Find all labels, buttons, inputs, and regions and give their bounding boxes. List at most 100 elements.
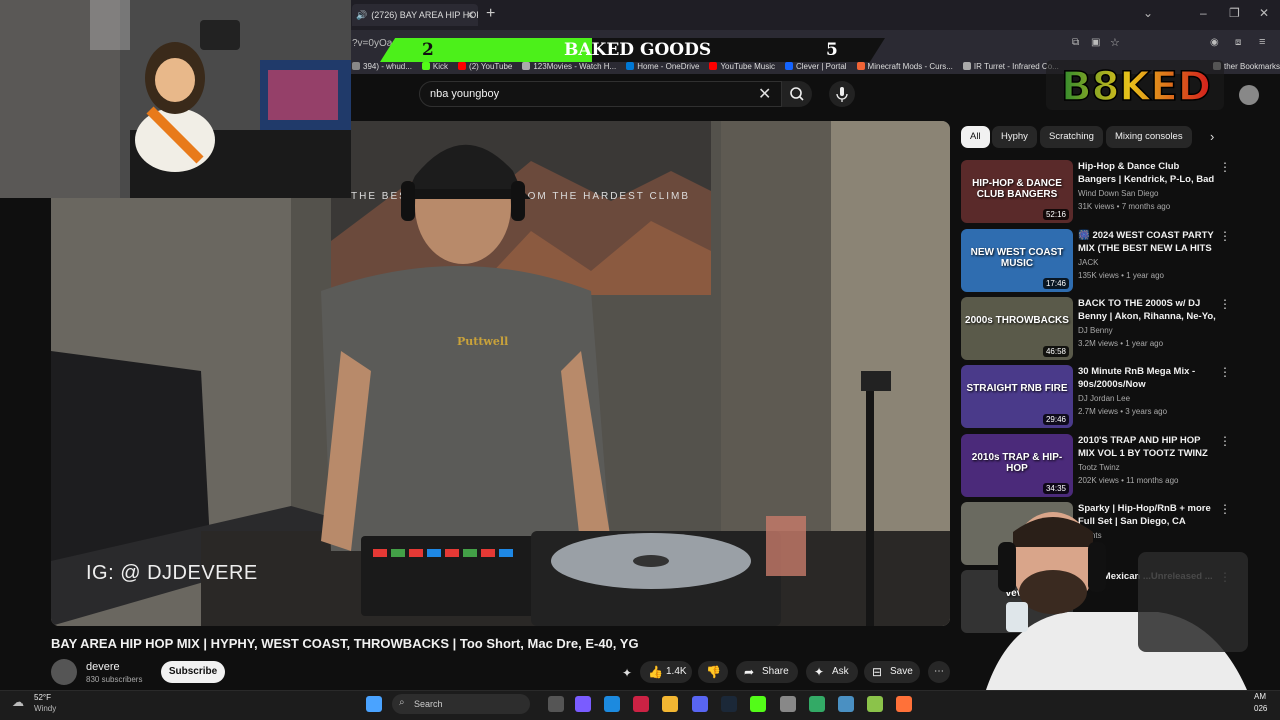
tab-list-icon[interactable]: ⌄ — [1143, 6, 1153, 20]
recommendation-channel[interactable]: DJ Benny — [1078, 326, 1113, 335]
recommendation-meta: 202K views • 11 months ago — [1078, 476, 1179, 485]
recommendation-thumbnail[interactable]: 2000s THROWBACKS 46:58 — [961, 297, 1073, 360]
recommendation-title[interactable]: 30 Minute RnB Mega Mix - 90s/2000s/Now — [1078, 365, 1216, 391]
taskbar-search[interactable]: Search — [392, 694, 530, 714]
start-icon[interactable] — [366, 696, 382, 712]
bookmark-item[interactable]: IR Turret - Infrared Co... — [962, 62, 1059, 71]
user-avatar[interactable] — [1239, 85, 1259, 105]
recommendation-thumbnail[interactable]: STRAIGHT RNB FIRE 29:46 — [961, 365, 1073, 428]
dislike-button[interactable]: 👎 — [698, 661, 728, 683]
search-input[interactable]: nba youngboy — [419, 81, 782, 107]
thumbs-down-icon: 👎 — [706, 665, 721, 679]
chip-hyphy[interactable]: Hyphy — [992, 126, 1037, 148]
bookmark-item[interactable]: YouTube Music — [709, 62, 775, 71]
recommendation-title[interactable]: Hip-Hop & Dance Club Bangers | Kendrick,… — [1078, 160, 1216, 186]
like-count: 1.4K — [666, 666, 687, 677]
more-vertical-icon[interactable]: ⋮ — [1219, 229, 1231, 243]
menu-icon[interactable]: ≡ — [1259, 36, 1265, 48]
sparkle-ask-icon: ✦ — [814, 665, 825, 679]
restore-icon[interactable]: ❐ — [1229, 6, 1240, 20]
save-button[interactable]: ⊟ Save — [864, 661, 920, 683]
ask-button[interactable]: ✦ Ask — [806, 661, 858, 683]
tab-title: (2726) BAY AREA HIP HOP — [371, 10, 478, 20]
edge-icon[interactable] — [604, 696, 620, 712]
bookmark-item[interactable]: (2) YouTube — [458, 62, 512, 71]
bookmark-item[interactable]: Home - OneDrive — [626, 62, 699, 71]
recommendation-title[interactable]: 2010'S TRAP AND HIP HOP MIX VOL 1 BY TOO… — [1078, 434, 1216, 460]
recommendation-item[interactable]: HIP-HOP & DANCE CLUB BANGERS 52:16 Hip-Hop… — [961, 160, 1231, 224]
recommendation-item[interactable]: STRAIGHT RNB FIRE 29:46 30 Minute RnB Mega… — [961, 365, 1231, 429]
more-vertical-icon[interactable]: ⋮ — [1219, 297, 1231, 311]
subscribe-button[interactable]: Subscribe — [161, 661, 225, 683]
bookmark-item[interactable]: Clever | Portal — [785, 62, 847, 71]
chip-mixing-consoles[interactable]: Mixing consoles — [1106, 126, 1192, 148]
more-vertical-icon[interactable]: ⋮ — [1219, 160, 1231, 174]
minimize-icon[interactable]: – — [1200, 6, 1207, 20]
discord-icon[interactable] — [692, 696, 708, 712]
like-button[interactable]: 👍 1.4K — [640, 661, 692, 683]
screenshot-icon[interactable]: ⧉ — [1072, 37, 1079, 48]
search-button[interactable] — [782, 81, 812, 107]
bookmark-item[interactable]: Kick — [421, 62, 448, 71]
store-icon[interactable] — [633, 696, 649, 712]
calculator-icon[interactable] — [809, 696, 825, 712]
chip-all[interactable]: All — [961, 126, 990, 148]
thumbnail-text: HIP-HOP & DANCE CLUB BANGERS — [972, 178, 1062, 200]
recommendation-channel[interactable]: Tootz Twinz — [1078, 463, 1120, 472]
more-vertical-icon[interactable]: ⋮ — [1219, 365, 1231, 379]
bookmark-label: Minecraft Mods - Curs... — [867, 61, 953, 71]
media-player-icon[interactable] — [867, 696, 883, 712]
recommendation-thumbnail[interactable]: NEW WEST COAST MUSIC 17:46 — [961, 229, 1073, 292]
sparkle-icon[interactable]: ✦ — [622, 666, 632, 680]
recommendation-thumbnail[interactable]: HIP-HOP & DANCE CLUB BANGERS 52:16 — [961, 160, 1073, 223]
bookmark-favicon-icon — [856, 62, 865, 70]
bookmark-item[interactable]: 123Movies - Watch H... — [522, 62, 616, 71]
bookmark-item[interactable]: Minecraft Mods - Curs... — [856, 61, 953, 71]
ask-label: Ask — [832, 666, 849, 677]
recommendation-item[interactable]: 2000s THROWBACKS 46:58 BACK TO THE 2000S w… — [961, 297, 1231, 361]
recommendation-channel[interactable]: DJ Jordan Lee — [1078, 394, 1130, 403]
photos-icon[interactable] — [838, 696, 854, 712]
recommendation-channel[interactable]: JACK — [1078, 258, 1098, 267]
recommendation-channel[interactable]: Wind Down San Diego — [1078, 189, 1158, 198]
recommendation-thumbnail[interactable]: 2010s TRAP & HIP-HOP 34:35 — [961, 434, 1073, 497]
clear-search-icon[interactable]: ✕ — [758, 84, 771, 104]
close-tab-icon[interactable]: ✕ — [466, 10, 474, 21]
weather-desc: Windy — [34, 704, 57, 713]
close-window-icon[interactable]: ✕ — [1259, 6, 1269, 20]
thumbnail-text: 2010s TRAP & HIP-HOP — [971, 452, 1063, 474]
steam-icon[interactable] — [721, 696, 737, 712]
pocket-icon[interactable]: ▣ — [1091, 37, 1100, 48]
firefox-icon[interactable] — [896, 696, 912, 712]
more-actions-button[interactable]: ⋯ — [928, 661, 950, 683]
settings-icon[interactable] — [780, 696, 796, 712]
new-tab-icon[interactable]: + — [486, 5, 495, 23]
share-button[interactable]: ➦ Share — [736, 661, 798, 683]
search-icon — [790, 87, 804, 101]
recommendation-title[interactable]: BACK TO THE 2000S w/ DJ Benny | Akon, Ri… — [1078, 297, 1216, 323]
share-label: Share — [762, 666, 789, 677]
copilot-icon[interactable] — [575, 696, 591, 712]
bookmark-label: 394) - whud... — [363, 61, 412, 71]
extensions-icon[interactable]: ⧈ — [1235, 37, 1241, 48]
thumbs-up-icon: 👍 — [648, 665, 663, 679]
chip-scratching[interactable]: Scratching — [1040, 126, 1103, 148]
file-explorer-icon[interactable] — [662, 696, 678, 712]
duration-badge: 29:46 — [1042, 414, 1069, 425]
account-icon[interactable]: ◉ — [1210, 37, 1219, 48]
more-vertical-icon[interactable]: ⋮ — [1219, 434, 1231, 448]
bookmark-star-icon[interactable]: ☆ — [1110, 36, 1120, 49]
browser-tab[interactable]: 🔊 (2726) BAY AREA HIP HOP ✕ — [352, 4, 478, 26]
channel-name[interactable]: devere — [86, 661, 120, 673]
channel-avatar[interactable] — [51, 659, 77, 685]
recommendation-title[interactable]: 🎆 2024 WEST COAST PARTY MIX (THE BEST NE… — [1078, 229, 1216, 255]
clock-date: 026 — [1254, 704, 1268, 713]
recommendation-item[interactable]: NEW WEST COAST MUSIC 17:46 🎆 2024 WEST COA… — [961, 229, 1231, 293]
recommendation-item[interactable]: 2010s TRAP & HIP-HOP 34:35 2010'S TRAP AND… — [961, 434, 1231, 498]
task-view-icon[interactable] — [548, 696, 564, 712]
kick-icon[interactable] — [750, 696, 766, 712]
voice-search-button[interactable] — [829, 81, 855, 107]
subscriber-count: 830 subscribers — [86, 675, 143, 684]
chevron-right-icon[interactable]: › — [1210, 129, 1214, 144]
bookmark-item[interactable]: 394) - whud... — [352, 62, 412, 71]
